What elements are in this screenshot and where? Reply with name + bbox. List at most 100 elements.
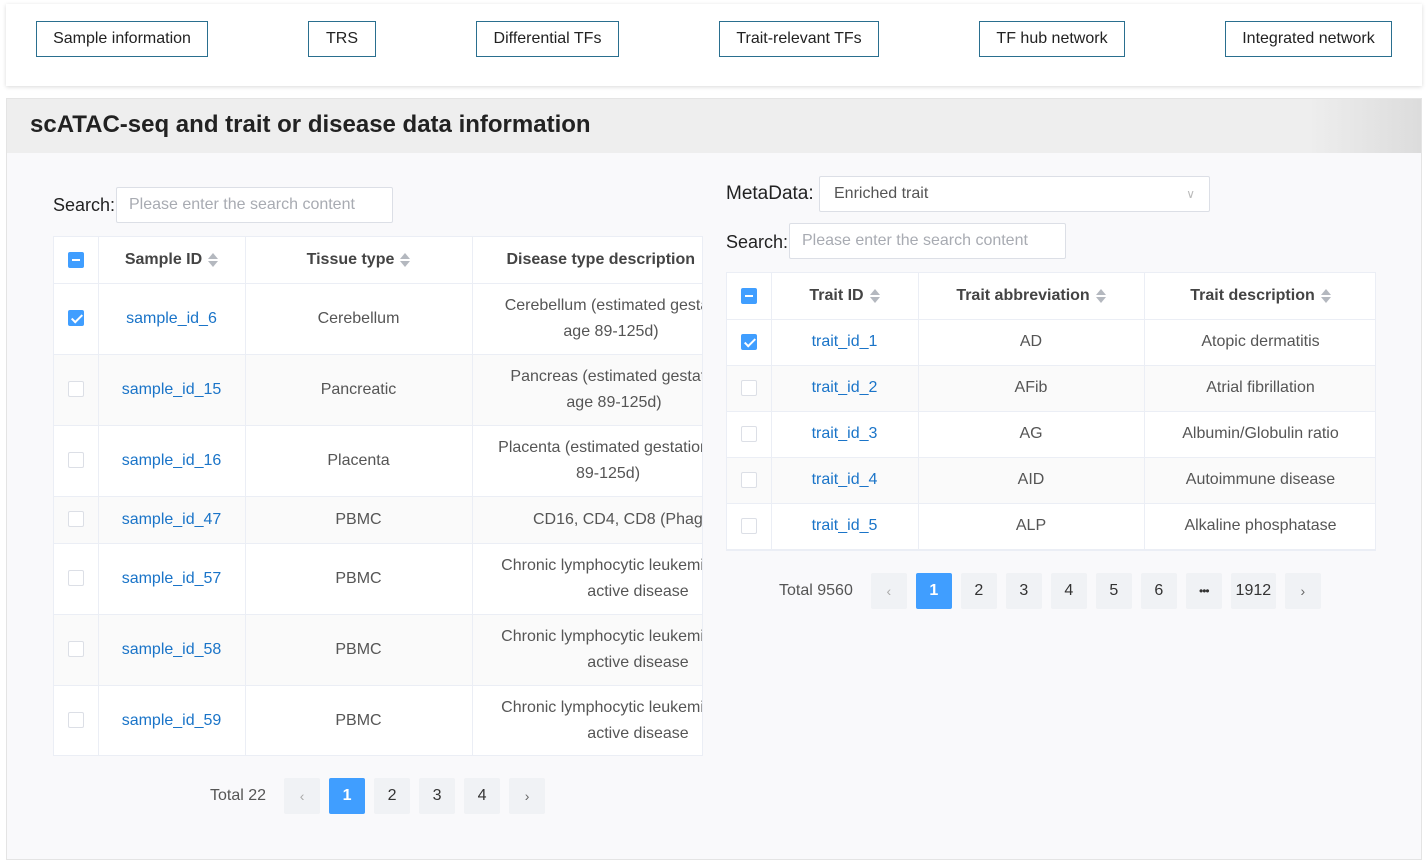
- row-checkbox[interactable]: [67, 452, 84, 469]
- sample-pagination: Total 22 ‹ 1 2 3 4 ›: [210, 778, 554, 814]
- row-checkbox[interactable]: [740, 517, 757, 534]
- select-all-checkbox[interactable]: [67, 251, 84, 268]
- disease-desc-cell: Cerebellum (estimated gestati age 89-125d…: [472, 283, 703, 355]
- page-button[interactable]: 2: [960, 573, 997, 609]
- sort-caret-icon[interactable]: [208, 252, 219, 268]
- disease-desc-line: CD16, CD4, CD8 (Phage): [532, 510, 703, 528]
- page-button[interactable]: 4: [464, 778, 501, 814]
- table-row[interactable]: trait_id_3 AG Albumin/Globulin ratio: [727, 411, 1375, 458]
- trait-id-cell: trait_id_4: [771, 457, 919, 504]
- page-button[interactable]: 3: [1005, 573, 1042, 609]
- disease-desc-line: 89-125d): [575, 464, 641, 482]
- page-button[interactable]: 3: [419, 778, 456, 814]
- row-checkbox[interactable]: [67, 570, 84, 587]
- sample-id-link[interactable]: sample_id_6: [126, 310, 217, 327]
- metadata-label: MetaData:: [726, 183, 814, 204]
- disease-desc-line: active disease: [587, 653, 689, 671]
- row-checkbox[interactable]: [67, 641, 84, 658]
- trait-table: Trait ID Trait abbreviation Trait descri…: [726, 272, 1376, 551]
- trait-search-label: Search:: [726, 232, 789, 252]
- disease-desc-line: Placenta (estimated gestationa: [498, 438, 703, 456]
- table-row[interactable]: sample_id_47 PBMC CD16, CD4, CD8 (Phage): [54, 496, 703, 544]
- trait-id-link[interactable]: trait_id_3: [812, 425, 878, 442]
- more-pages-ellipsis[interactable]: •••: [1185, 573, 1222, 609]
- sample-id-link[interactable]: sample_id_15: [122, 381, 222, 398]
- row-checkbox[interactable]: [740, 471, 757, 488]
- select-all-checkbox[interactable]: [740, 287, 757, 304]
- trait-id-link[interactable]: trait_id_4: [812, 471, 878, 488]
- sample-id-link[interactable]: sample_id_58: [122, 641, 222, 658]
- next-page-button[interactable]: ›: [1284, 573, 1321, 609]
- page-button[interactable]: 1: [915, 573, 952, 609]
- sample-search-label: Search:: [53, 195, 116, 215]
- trait-id-cell: trait_id_2: [771, 365, 919, 412]
- tissue-cell: Placenta: [245, 425, 473, 497]
- trait-total-count: Total 9560: [779, 582, 853, 599]
- prev-page-button[interactable]: ‹: [870, 573, 907, 609]
- nav-trait-relevant-tfs-button[interactable]: Trait-relevant TFs: [719, 21, 879, 57]
- table-row[interactable]: sample_id_59 PBMC Chronic lymphocytic le…: [54, 685, 702, 755]
- trait-abbreviation-header[interactable]: Trait abbreviation: [918, 273, 1145, 320]
- row-checkbox[interactable]: [740, 333, 757, 350]
- nav-tf-hub-network-button[interactable]: TF hub network: [979, 21, 1125, 57]
- sample-total-count: Total 22: [210, 787, 267, 804]
- sample-id-link[interactable]: sample_id_59: [122, 712, 222, 729]
- trait-search-input[interactable]: [789, 223, 1066, 259]
- sample-id-link[interactable]: sample_id_57: [122, 570, 222, 587]
- disease-desc-line: active disease: [587, 582, 689, 600]
- table-row[interactable]: sample_id_57 PBMC Chronic lymphocytic le…: [54, 543, 702, 615]
- row-checkbox[interactable]: [67, 381, 84, 398]
- trait-id-link[interactable]: trait_id_5: [812, 517, 878, 534]
- page-button[interactable]: 2: [374, 778, 411, 814]
- table-row[interactable]: trait_id_2 AFib Atrial fibrillation: [727, 365, 1375, 412]
- table-row[interactable]: sample_id_6 Cerebellum Cerebellum (estim…: [54, 283, 703, 355]
- sort-caret-icon[interactable]: [1095, 288, 1106, 304]
- row-checkbox[interactable]: [67, 712, 84, 729]
- table-row[interactable]: sample_id_15 Pancreatic Pancreas (estima…: [54, 354, 702, 426]
- nav-trs-button[interactable]: TRS: [308, 21, 376, 57]
- nav-differential-tfs-button[interactable]: Differential TFs: [476, 21, 619, 57]
- prev-page-button[interactable]: ‹: [284, 778, 321, 814]
- tissue-type-header[interactable]: Tissue type: [245, 237, 473, 284]
- disease-desc-line: age 89-125d): [566, 393, 662, 411]
- nav-sample-information-button[interactable]: Sample information: [36, 21, 208, 57]
- row-checkbox-cell: [54, 543, 99, 615]
- sample-search-input[interactable]: [116, 187, 393, 223]
- next-page-button[interactable]: ›: [509, 778, 546, 814]
- page-button[interactable]: 4: [1050, 573, 1087, 609]
- disease-desc-cell: Chronic lymphocytic leukemia active disea…: [472, 685, 702, 755]
- data-information-panel: scATAC-seq and trait or disease data inf…: [6, 98, 1422, 860]
- metadata-select[interactable]: Enriched trait ∨: [819, 176, 1210, 212]
- page-button[interactable]: 5: [1095, 573, 1132, 609]
- disease-desc-line: Cerebellum (estimated gestati: [504, 296, 703, 314]
- disease-desc-cell: Pancreas (estimated gestatio age 89-125d): [472, 354, 702, 426]
- sample-id-link[interactable]: sample_id_16: [122, 452, 222, 469]
- sample-id-cell: sample_id_58: [98, 614, 246, 686]
- table-row[interactable]: trait_id_5 ALP Alkaline phosphatase: [727, 503, 1375, 550]
- sample-id-header[interactable]: Sample ID: [98, 237, 246, 284]
- row-checkbox[interactable]: [67, 511, 84, 528]
- row-checkbox-cell: [54, 283, 99, 355]
- trait-id-link[interactable]: trait_id_1: [812, 333, 878, 350]
- trait-id-link[interactable]: trait_id_2: [812, 379, 878, 396]
- page-button[interactable]: 6: [1140, 573, 1177, 609]
- sort-caret-icon[interactable]: [869, 288, 880, 304]
- chevron-down-icon: ∨: [1186, 187, 1195, 201]
- row-checkbox[interactable]: [67, 310, 84, 327]
- table-row[interactable]: trait_id_4 AID Autoimmune disease: [727, 457, 1375, 504]
- table-row[interactable]: sample_id_58 PBMC Chronic lymphocytic le…: [54, 614, 702, 686]
- trait-id-header[interactable]: Trait ID: [771, 273, 919, 320]
- page-button[interactable]: 1: [329, 778, 366, 814]
- trait-description-header[interactable]: Trait description: [1144, 273, 1375, 320]
- tissue-cell: PBMC: [245, 614, 473, 686]
- table-row[interactable]: trait_id_1 AD Atopic dermatitis: [727, 319, 1375, 366]
- table-row[interactable]: sample_id_16 Placenta Placenta (estimate…: [54, 425, 703, 497]
- page-button[interactable]: 1912: [1230, 573, 1276, 609]
- sort-caret-icon[interactable]: [1320, 288, 1331, 304]
- sample-id-link[interactable]: sample_id_47: [122, 511, 222, 528]
- row-checkbox[interactable]: [740, 379, 757, 396]
- sample-id-cell: sample_id_16: [98, 425, 246, 497]
- sort-caret-icon[interactable]: [400, 252, 411, 268]
- nav-integrated-network-button[interactable]: Integrated network: [1225, 21, 1392, 57]
- row-checkbox[interactable]: [740, 425, 757, 442]
